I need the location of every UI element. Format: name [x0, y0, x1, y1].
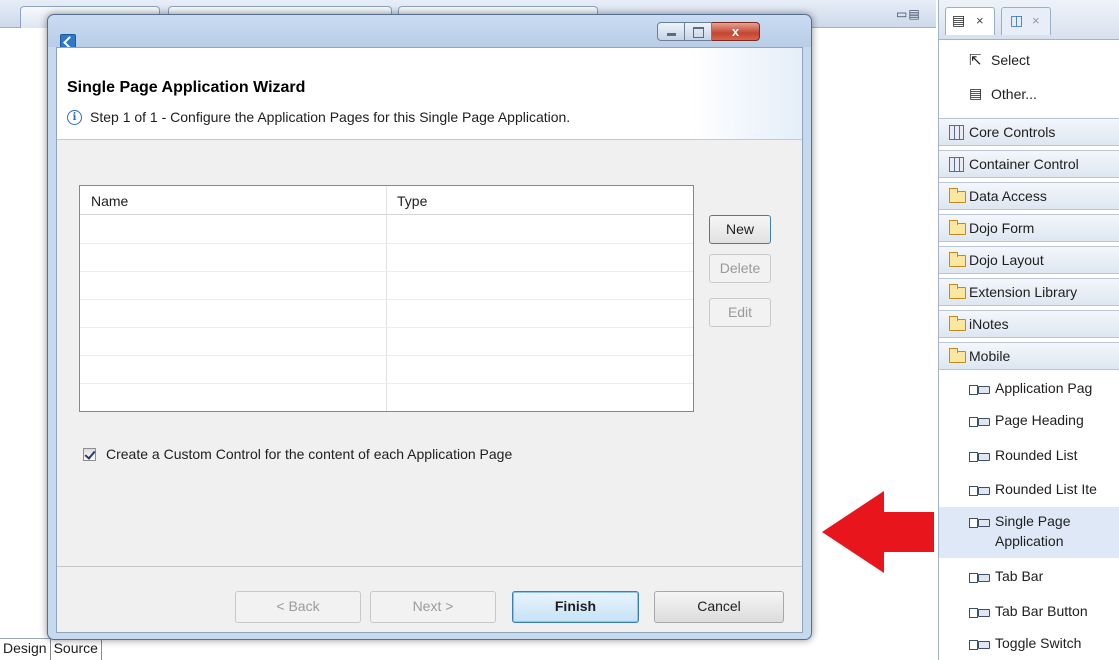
- minimize-button[interactable]: [657, 22, 685, 41]
- info-icon: i: [67, 110, 82, 125]
- row-divider: [80, 383, 693, 384]
- window-controls: x: [657, 22, 760, 41]
- other-label: Other...: [991, 86, 1037, 102]
- control-icon: [969, 518, 991, 528]
- item-label: Tab Bar Button: [995, 603, 1088, 619]
- tab-palette[interactable]: ▤ ×: [945, 7, 995, 35]
- dialog-description: Step 1 of 1 - Configure the Application …: [90, 109, 571, 125]
- column-header-type[interactable]: Type: [397, 193, 427, 209]
- item-label-line-2: Application: [995, 533, 1064, 549]
- control-icon: [969, 486, 991, 496]
- palette-other[interactable]: ▤ Other...: [939, 80, 1119, 111]
- item-label: Rounded List Ite: [995, 481, 1097, 497]
- drawer-label: Dojo Form: [969, 220, 1035, 236]
- edit-button[interactable]: Edit: [709, 298, 771, 327]
- item-label: Application Pag: [995, 380, 1093, 396]
- dialog-title: Single Page Application Wizard: [67, 79, 306, 96]
- row-divider: [80, 271, 693, 272]
- dialog-header: Single Page Application Wizard i Step 1 …: [57, 48, 802, 140]
- delete-button[interactable]: Delete: [709, 254, 771, 283]
- drawer-dojo-form[interactable]: Dojo Form: [939, 214, 1119, 242]
- palette-icon: ▤: [952, 12, 966, 28]
- drawer-label: Dojo Layout: [969, 252, 1044, 268]
- next-button[interactable]: Next >: [370, 591, 496, 623]
- dialog-body: Single Page Application Wizard i Step 1 …: [56, 47, 803, 633]
- wizard-dialog: x Single Page Application Wizard i Step …: [47, 14, 812, 640]
- folder-icon: [949, 284, 966, 299]
- drawer-label: Data Access: [969, 188, 1047, 204]
- item-label: Rounded List: [995, 447, 1078, 463]
- container-controls-icon: [949, 157, 964, 172]
- arrow-pointer-icon: ⇱: [969, 52, 982, 69]
- palette-item-page-heading[interactable]: Page Heading: [939, 406, 1119, 437]
- application-pages-table[interactable]: Name Type: [79, 185, 694, 412]
- control-icon: [969, 417, 991, 427]
- control-icon: [969, 608, 991, 618]
- control-icon: [969, 385, 991, 395]
- row-divider: [80, 327, 693, 328]
- drawer-extension-library[interactable]: Extension Library: [939, 278, 1119, 306]
- control-icon: [969, 640, 991, 650]
- close-button[interactable]: x: [712, 22, 760, 41]
- folder-icon: [949, 220, 966, 235]
- drawer-label: iNotes: [969, 316, 1009, 332]
- item-label: Single Page: [995, 513, 1071, 529]
- cancel-button[interactable]: Cancel: [654, 591, 784, 623]
- close-icon[interactable]: ×: [976, 13, 984, 28]
- folder-icon: [949, 188, 966, 203]
- custom-control-checkbox-label[interactable]: Create a Custom Control for the content …: [106, 446, 512, 462]
- column-header-name[interactable]: Name: [91, 193, 128, 209]
- back-button[interactable]: < Back: [235, 591, 361, 623]
- design-source-tabs: Design Source: [0, 638, 102, 660]
- minimize-maximize-icon[interactable]: ▭▤: [896, 7, 921, 21]
- dialog-titlebar[interactable]: x: [48, 15, 811, 50]
- open-folder-icon: [949, 348, 966, 363]
- palette-item-tab-bar[interactable]: Tab Bar: [939, 562, 1119, 593]
- row-divider: [80, 299, 693, 300]
- palette-item-rounded-list-item[interactable]: Rounded List Ite: [939, 475, 1119, 506]
- finish-button[interactable]: Finish: [512, 591, 639, 623]
- header-decoration: [692, 48, 802, 139]
- palette-select[interactable]: ⇱ Select: [939, 46, 1119, 77]
- control-icon: [969, 452, 991, 462]
- other-icon: ▤: [969, 85, 983, 101]
- palette-item-application-page[interactable]: Application Pag: [939, 374, 1119, 405]
- palette-tab-bar: ▤ × ◫ ×: [939, 0, 1119, 40]
- outline-icon: ◫: [1010, 12, 1024, 28]
- item-label: Tab Bar: [995, 568, 1044, 584]
- folder-icon: [949, 252, 966, 267]
- control-icon: [969, 573, 991, 583]
- footer-separator: [57, 566, 802, 567]
- drawer-label: Mobile: [969, 348, 1011, 364]
- row-divider: [80, 355, 693, 356]
- drawer-label: Container Control: [969, 156, 1079, 172]
- drawer-label: Core Controls: [969, 124, 1056, 140]
- palette-item-rounded-list[interactable]: Rounded List: [939, 441, 1119, 472]
- item-label: Page Heading: [995, 412, 1084, 428]
- drawer-label: Extension Library: [969, 284, 1078, 300]
- item-label: Toggle Switch: [995, 635, 1082, 651]
- drawer-core-controls[interactable]: Core Controls: [939, 118, 1119, 146]
- red-arrow-annotation: [822, 491, 934, 573]
- drawer-mobile[interactable]: Mobile: [939, 342, 1119, 370]
- drawer-container-control[interactable]: Container Control: [939, 150, 1119, 178]
- tab-outline[interactable]: ◫ ×: [1001, 7, 1051, 35]
- close-icon[interactable]: ×: [1032, 13, 1040, 28]
- custom-control-checkbox[interactable]: [83, 448, 96, 461]
- row-divider: [80, 243, 693, 244]
- controls-palette: ▤ × ◫ × ⇱ Select ▤ Other... Core Control…: [938, 0, 1119, 660]
- palette-item-single-page-application[interactable]: Single Page Application: [939, 507, 1119, 558]
- maximize-button[interactable]: [685, 22, 712, 41]
- new-button[interactable]: New: [709, 215, 771, 244]
- drawer-dojo-layout[interactable]: Dojo Layout: [939, 246, 1119, 274]
- select-label: Select: [991, 52, 1030, 68]
- core-controls-icon: [949, 125, 964, 140]
- palette-item-toggle-switch[interactable]: Toggle Switch: [939, 629, 1119, 660]
- drawer-inotes[interactable]: iNotes: [939, 310, 1119, 338]
- folder-icon: [949, 316, 966, 331]
- palette-item-tab-bar-button[interactable]: Tab Bar Button: [939, 597, 1119, 628]
- drawer-data-access[interactable]: Data Access: [939, 182, 1119, 210]
- tab-design[interactable]: Design: [0, 639, 51, 660]
- tab-source[interactable]: Source: [51, 639, 102, 660]
